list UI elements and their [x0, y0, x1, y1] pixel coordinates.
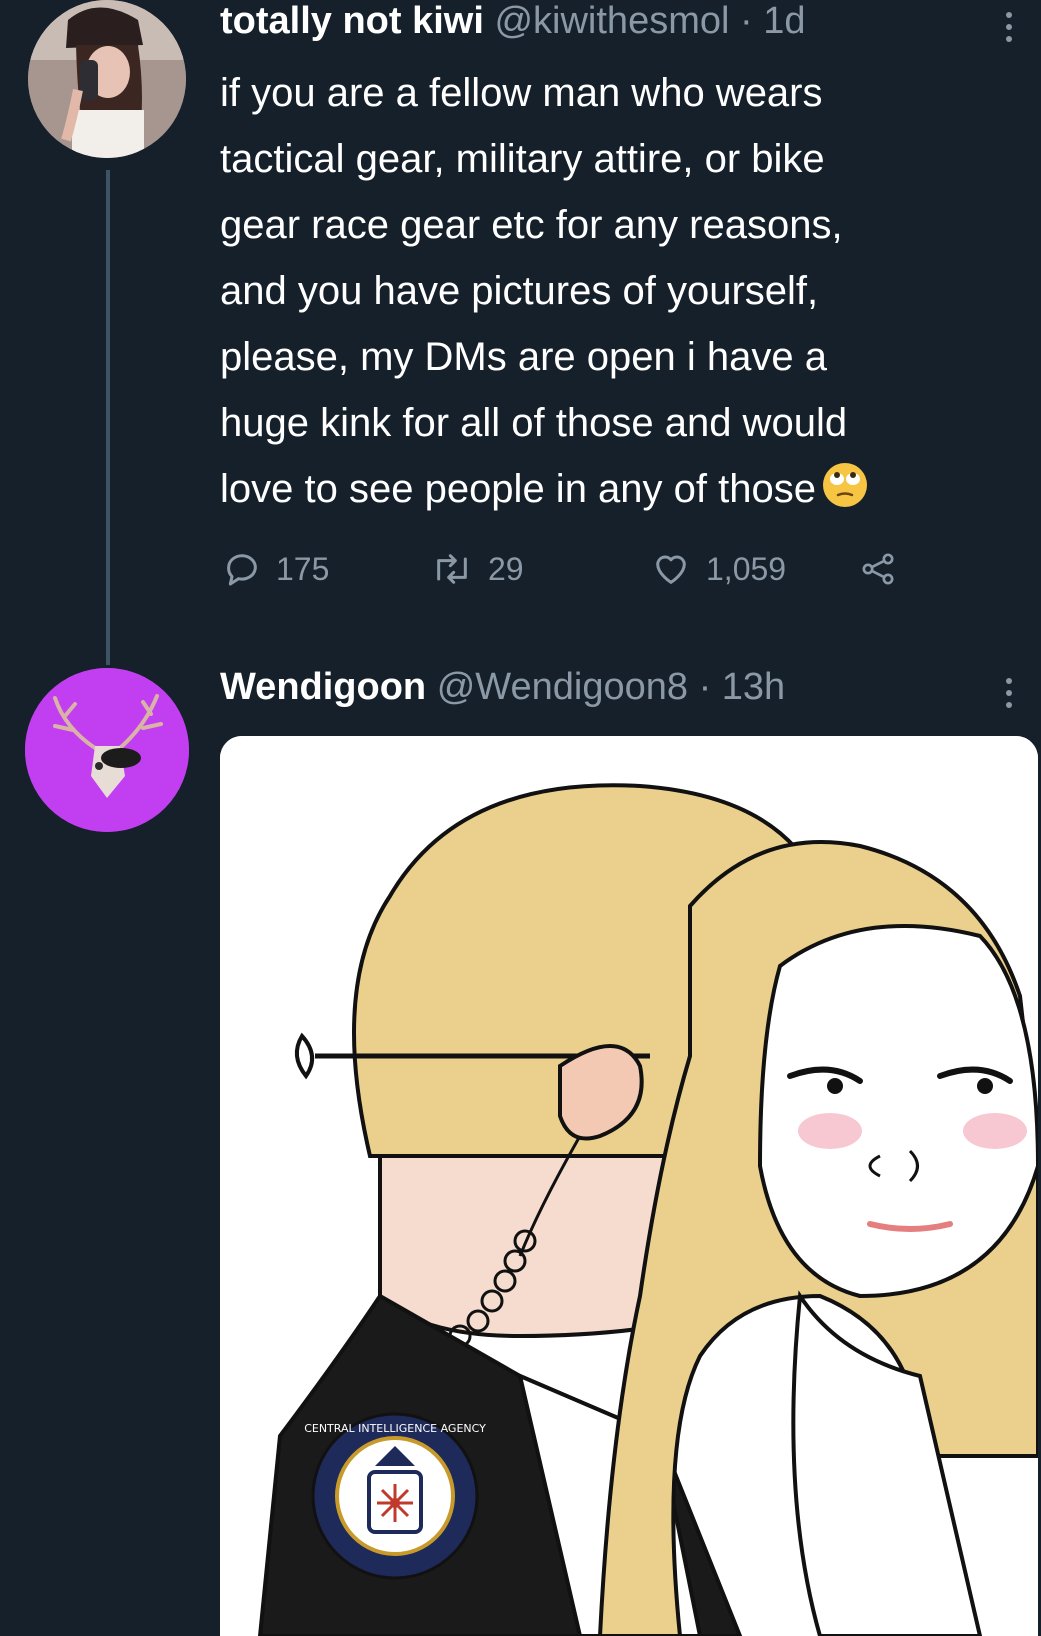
- avatar[interactable]: [25, 668, 189, 832]
- tweet-text: if you are a fellow man who wears tactic…: [220, 60, 1020, 528]
- tweet-text-line: tactical gear, military attire, or bike: [220, 137, 825, 181]
- retweet-icon: [430, 549, 474, 589]
- reply-icon: [222, 549, 262, 589]
- reply-count: 175: [276, 550, 330, 587]
- avatar[interactable]: [28, 0, 186, 158]
- seal-ring-text: CENTRAL INTELLIGENCE AGENCY: [304, 1422, 486, 1435]
- author-name[interactable]: Wendigoon: [220, 666, 426, 708]
- rolling-eyes-emoji: [822, 462, 868, 528]
- tweet-timestamp[interactable]: · 1d: [740, 0, 805, 42]
- tweet-header: Wendigoon @Wendigoon8 · 13h: [220, 666, 785, 709]
- retweet-button[interactable]: 29: [430, 549, 524, 589]
- tweet-text-line: gear race gear etc for any reasons,: [220, 203, 843, 247]
- share-button[interactable]: [858, 549, 898, 589]
- reply-button[interactable]: 175: [222, 549, 329, 589]
- tweet-text-line-last: love to see people in any of those: [220, 456, 1020, 528]
- author-name[interactable]: totally not kiwi: [220, 0, 484, 42]
- tweet-text-line: please, my DMs are open i have a: [220, 335, 827, 379]
- author-handle[interactable]: @Wendigoon8: [437, 666, 688, 708]
- thread-connector-line: [106, 170, 110, 665]
- tweet-header: totally not kiwi @kiwithesmol · 1d: [220, 0, 805, 43]
- tweet-text-line: and you have pictures of yourself,: [220, 269, 819, 313]
- retweet-count: 29: [488, 550, 524, 587]
- share-icon: [858, 549, 898, 589]
- tweet-text-line: huge kink for all of those and would: [220, 401, 848, 445]
- tweet-timestamp[interactable]: · 13h: [699, 666, 786, 708]
- like-button[interactable]: 1,059: [650, 549, 786, 589]
- like-icon: [650, 549, 692, 589]
- author-handle[interactable]: @kiwithesmol: [494, 0, 729, 42]
- more-icon[interactable]: [1004, 8, 1014, 50]
- like-count: 1,059: [706, 550, 787, 587]
- more-icon[interactable]: [1004, 674, 1014, 716]
- tweet-media-image[interactable]: CENTRAL INTELLIGENCE AGENCY: [220, 736, 1038, 1636]
- tweet-text-line: if you are a fellow man who wears: [220, 71, 823, 115]
